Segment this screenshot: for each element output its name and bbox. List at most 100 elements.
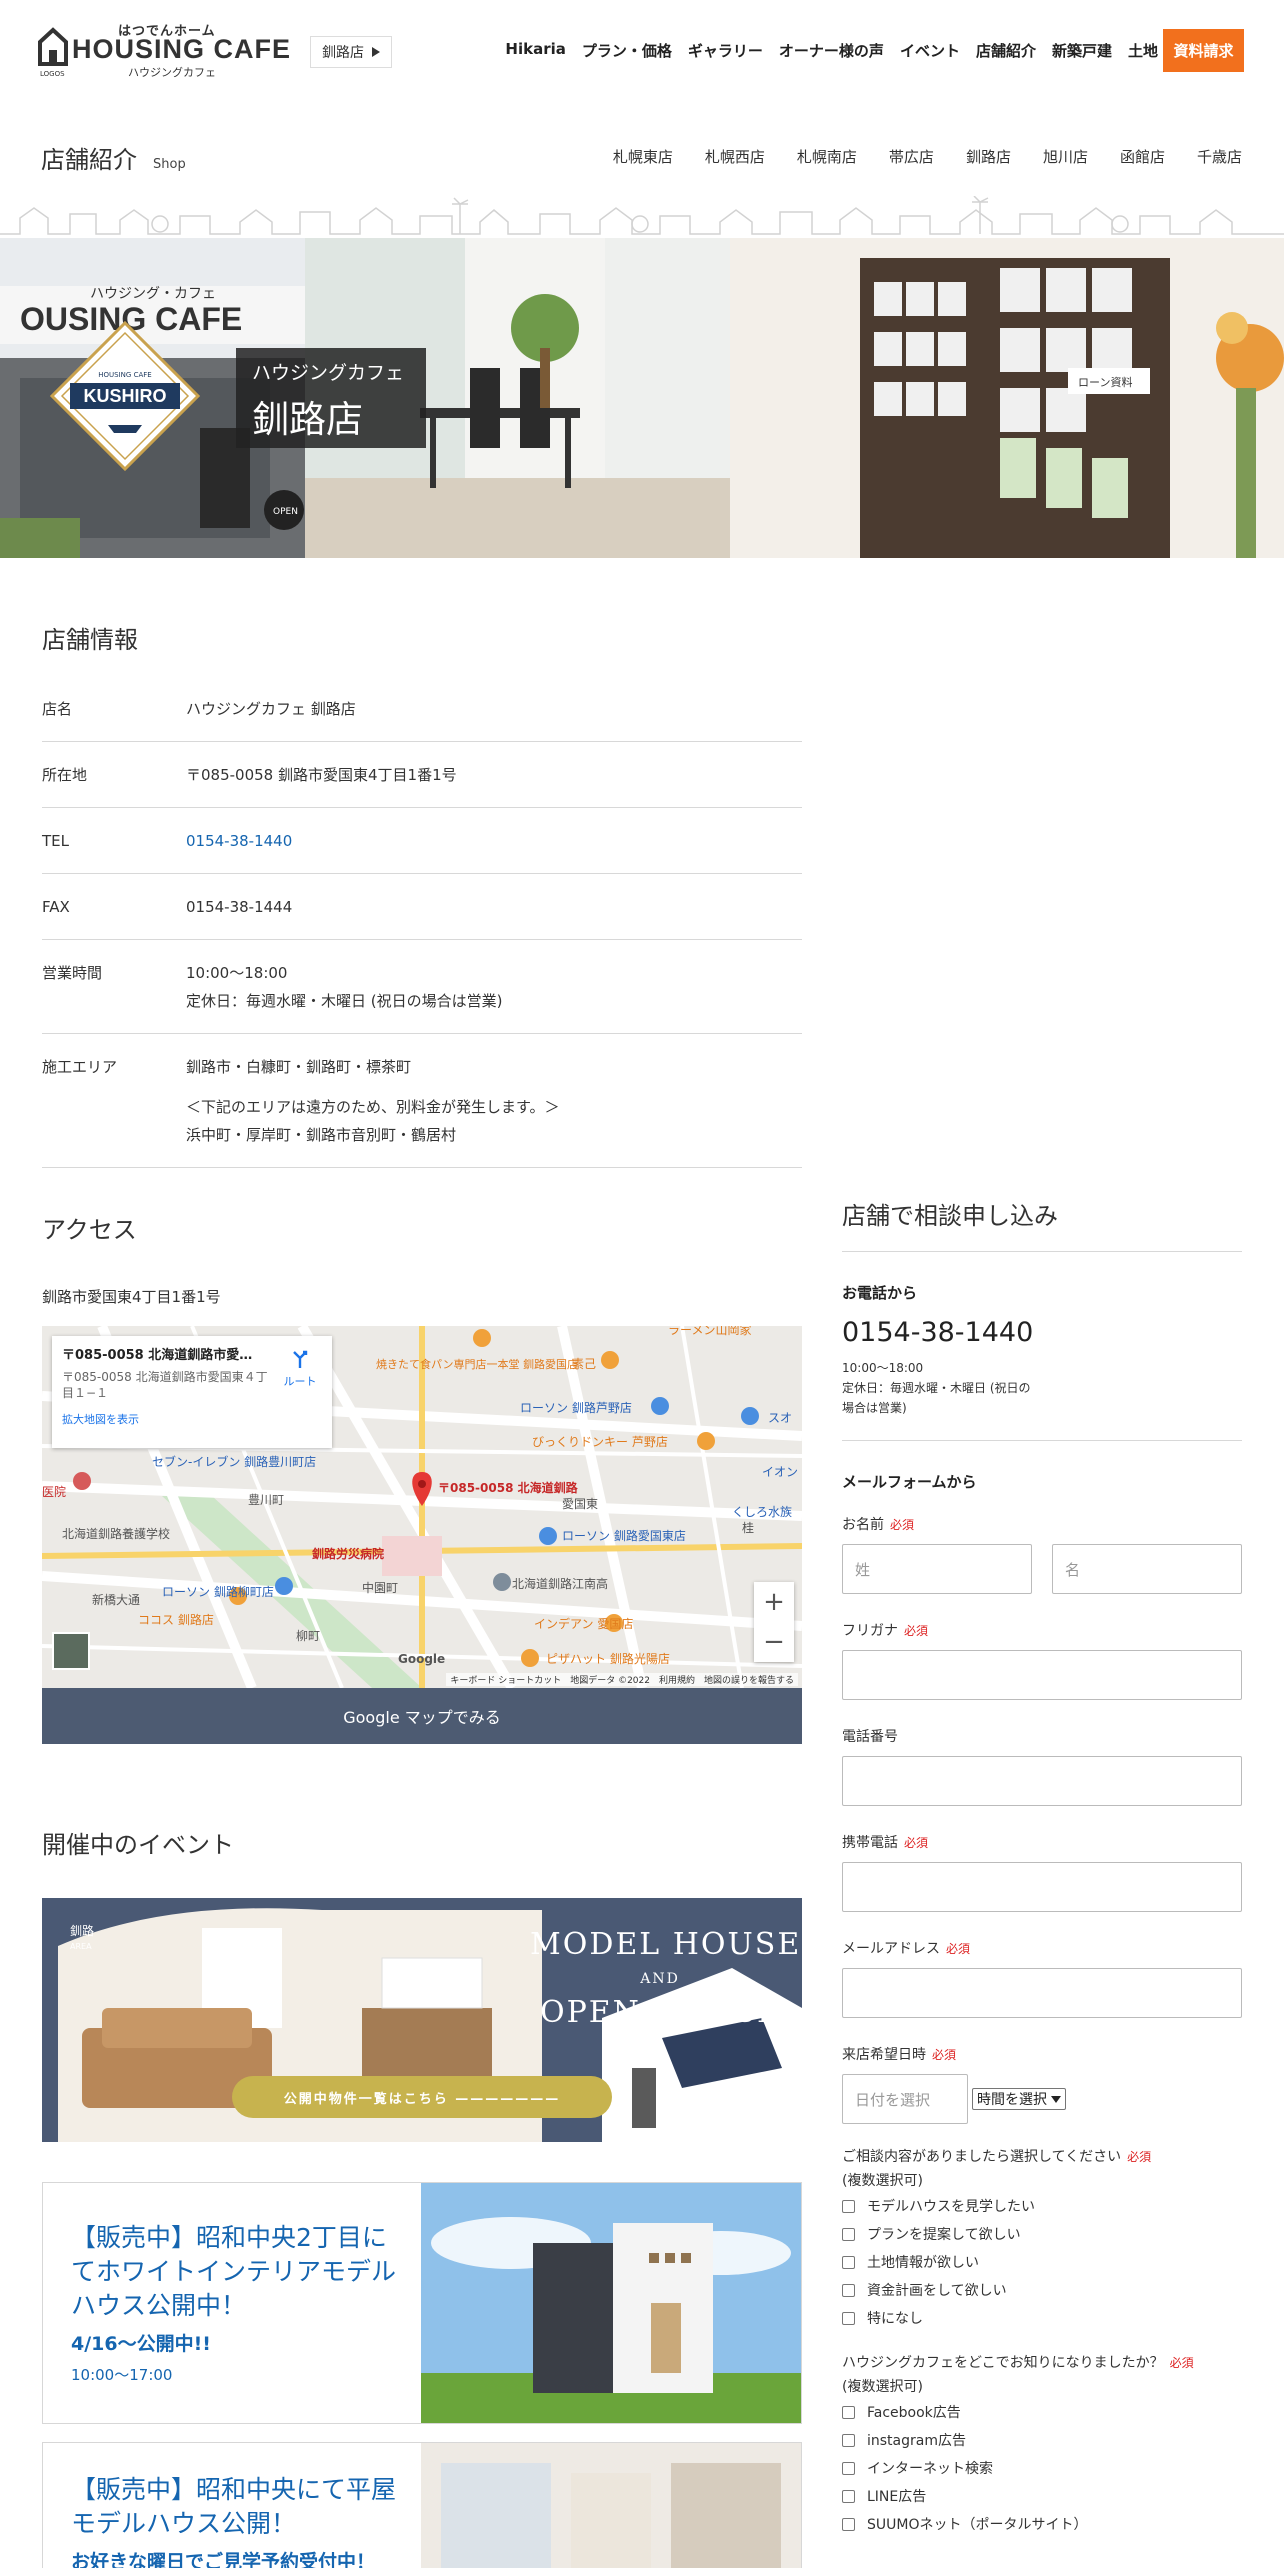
source-multi-note: (複数選択可) (842, 2379, 923, 2395)
nav-item-hikaria[interactable]: Hikaria (505, 40, 565, 61)
shop-link-kushiro[interactable]: 釧路店 (966, 146, 1011, 167)
map-enlarge-link[interactable]: 拡大地図を表示 (62, 1411, 322, 1427)
source-option-label: インターネット検索 (867, 2461, 993, 2477)
email-input[interactable] (842, 1968, 1242, 2018)
shop-link-sapporo-east[interactable]: 札幌東店 (613, 146, 673, 167)
checkbox[interactable] (842, 2461, 855, 2475)
map-label-sogaku: 素己 (572, 1357, 596, 1371)
first-name-input[interactable]: 名 (1052, 1544, 1242, 1594)
checkbox[interactable] (842, 2405, 855, 2419)
name-label-text: お名前 (842, 1517, 884, 1533)
map-label-aikoku-higashi: 愛国東 (562, 1497, 598, 1511)
info-value: 10:00〜18:00 (186, 964, 288, 982)
event-card-time: 10:00〜17:00 (71, 2366, 173, 2384)
google-map[interactable]: 〒085-0058 北海道釧路 焼きたて食パン専門店一本堂 釧路愛国店 ローソン… (42, 1326, 802, 1688)
mobile-input[interactable] (842, 1862, 1242, 1912)
map-label-shinkyo: 新橋大通 (92, 1592, 140, 1607)
checkbox[interactable] (842, 2283, 855, 2297)
tel-link[interactable]: 0154-38-1440 (186, 832, 292, 850)
mobile-label-text: 携帯電話 (842, 1835, 898, 1851)
source-option[interactable]: SUUMOネット（ポータルサイト） (842, 2510, 1242, 2538)
model-house-banner[interactable]: 釧路 AREA MODEL HOUSE AND OPEN HOUSE 公開中物件… (42, 1898, 802, 2142)
visit-time-select[interactable]: 時間を選択 (972, 2088, 1066, 2110)
info-row-tel: TEL 0154-38-1440 (42, 808, 802, 874)
open-house-list-button[interactable]: 公開中物件一覧はこちら ——————— (232, 2076, 612, 2118)
shop-link-obihiro[interactable]: 帯広店 (889, 146, 934, 167)
info-row-name: 店名 ハウジングカフェ 釧路店 (42, 676, 802, 742)
open-google-maps-button[interactable]: Google マップでみる (42, 1688, 802, 1744)
map-label-lawson-aikoku: ローソン 釧路愛国東店 (562, 1528, 686, 1543)
checkbox[interactable] (842, 2255, 855, 2269)
shop-heading: 店舗紹介 Shop (41, 140, 186, 175)
kana-label-text: フリガナ (842, 1623, 898, 1639)
checkbox[interactable] (842, 2311, 855, 2325)
visit-label: 来店希望日時 必須 (842, 2044, 1242, 2064)
shop-link-sapporo-south[interactable]: 札幌南店 (797, 146, 857, 167)
logo-sub-text: ハウジングカフェ (128, 66, 216, 79)
hero-label-small: ハウジングカフェ (252, 362, 405, 384)
visit-date-input[interactable]: 日付を選択 (842, 2074, 968, 2124)
loan-sign-text: ローン資料 (1078, 375, 1132, 389)
map-label-hospital: 釧路労災病院 (311, 1546, 384, 1561)
info-value-closed: 定休日：毎週水曜・木曜日 (祝日の場合は営業) (186, 992, 503, 1010)
checkbox[interactable] (842, 2433, 855, 2447)
global-nav: Hikaria プラン・価格 ギャラリー オーナー様の声 イベント 店舗紹介 新… (505, 40, 1158, 61)
checkbox[interactable] (842, 2489, 855, 2503)
nav-item-gallery[interactable]: ギャラリー (688, 40, 763, 61)
zoom-out-button[interactable]: − (754, 1622, 794, 1662)
store-selector[interactable]: 釧路店 (310, 36, 392, 68)
shop-link-chitose[interactable]: 千歳店 (1197, 146, 1242, 167)
shop-link-asahikawa[interactable]: 旭川店 (1043, 146, 1088, 167)
map-label-school: 北海道釧路養護学校 (62, 1526, 170, 1541)
source-option-label: instagram広告 (867, 2433, 966, 2449)
source-label: ハウジングカフェをどこでお知りになりましたか？ 必須 (842, 2352, 1242, 2372)
townscape-illustration (0, 196, 1284, 238)
nav-item-land[interactable]: 土地 (1128, 40, 1158, 61)
consult-option[interactable]: 土地情報が欲しい (842, 2248, 1242, 2276)
map-card-address: 〒085-0058 北海道釧路市愛国東４丁目１−１ (62, 1370, 268, 1400)
last-name-input[interactable]: 姓 (842, 1544, 1032, 1594)
map-pin-label: 〒085-0058 北海道釧路 (438, 1480, 579, 1495)
map-label-cocos: ココス 釧路店 (138, 1612, 214, 1627)
phone-input[interactable] (842, 1756, 1242, 1806)
consult-option[interactable]: モデルハウスを見学したい (842, 2192, 1242, 2220)
map-label-aquarium: くしろ水族 (732, 1505, 792, 1519)
checkbox[interactable] (842, 2227, 855, 2241)
checkbox[interactable] (842, 2517, 855, 2531)
consult-option[interactable]: 資金計画をして欲しい (842, 2276, 1242, 2304)
source-option[interactable]: インターネット検索 (842, 2454, 1242, 2482)
map-label-sumo: スオ (768, 1411, 792, 1425)
checkbox[interactable] (842, 2199, 855, 2213)
nav-item-event[interactable]: イベント (900, 40, 960, 61)
form-tel-hours-time: 10:00〜18:00 (842, 1361, 924, 1375)
map-layer-toggle[interactable] (52, 1632, 90, 1670)
map-label-lawson-ashino: ローソン 釧路芦野店 (520, 1400, 632, 1415)
access-address: 釧路市愛国東4丁目1番1号 (42, 1288, 221, 1306)
consult-option[interactable]: 特になし (842, 2304, 1242, 2332)
storefront-sign-small: ハウジング・カフェ (90, 286, 216, 302)
kana-input[interactable] (842, 1650, 1242, 1700)
shop-link-sapporo-west[interactable]: 札幌西店 (705, 146, 765, 167)
request-materials-button[interactable]: 資料請求 (1163, 29, 1244, 72)
hero-shop-label: ハウジングカフェ 釧路店 (236, 348, 426, 448)
consult-label-text: ご相談内容がありましたら選択してください (842, 2149, 1122, 2165)
shop-link-hakodate[interactable]: 函館店 (1120, 146, 1165, 167)
nav-item-owner-voice[interactable]: オーナー様の声 (779, 40, 884, 61)
route-icon (293, 1350, 308, 1368)
consult-option[interactable]: プランを提案して欲しい (842, 2220, 1242, 2248)
nav-item-shop[interactable]: 店舗紹介 (976, 40, 1036, 61)
map-route-button[interactable]: ルート (278, 1348, 322, 1389)
source-option[interactable]: instagram広告 (842, 2426, 1242, 2454)
nav-item-new-house[interactable]: 新築戸建 (1052, 40, 1112, 61)
nav-item-plan-price[interactable]: プラン・価格 (582, 40, 672, 61)
map-footer-text: キーボード ショートカット 地図データ ©2022 利用規約 地図の誤りを報告す… (446, 1673, 798, 1686)
form-tel-number[interactable]: 0154-38-1440 (842, 1317, 1242, 1348)
required-badge: 必須 (904, 1836, 929, 1850)
event-card[interactable]: 【販売中】昭和中央2丁目にてホワイトインテリアモデルハウス公開中！ 4/16〜公… (42, 2182, 802, 2424)
event-card[interactable]: 【販売中】昭和中央にて平屋モデルハウス公開！ お好きな曜日でご見学予約受付中！ (42, 2442, 802, 2568)
housing-cafe-logo[interactable]: はつでんホーム HOUSING CAFE ハウジングカフェ LOGOS (38, 20, 290, 79)
zoom-in-button[interactable]: + (754, 1582, 794, 1622)
source-option[interactable]: LINE広告 (842, 2482, 1242, 2510)
map-card-title: 〒085-0058 北海道釧路市愛国東４丁目 (62, 1348, 262, 1363)
source-option[interactable]: Facebook広告 (842, 2398, 1242, 2426)
